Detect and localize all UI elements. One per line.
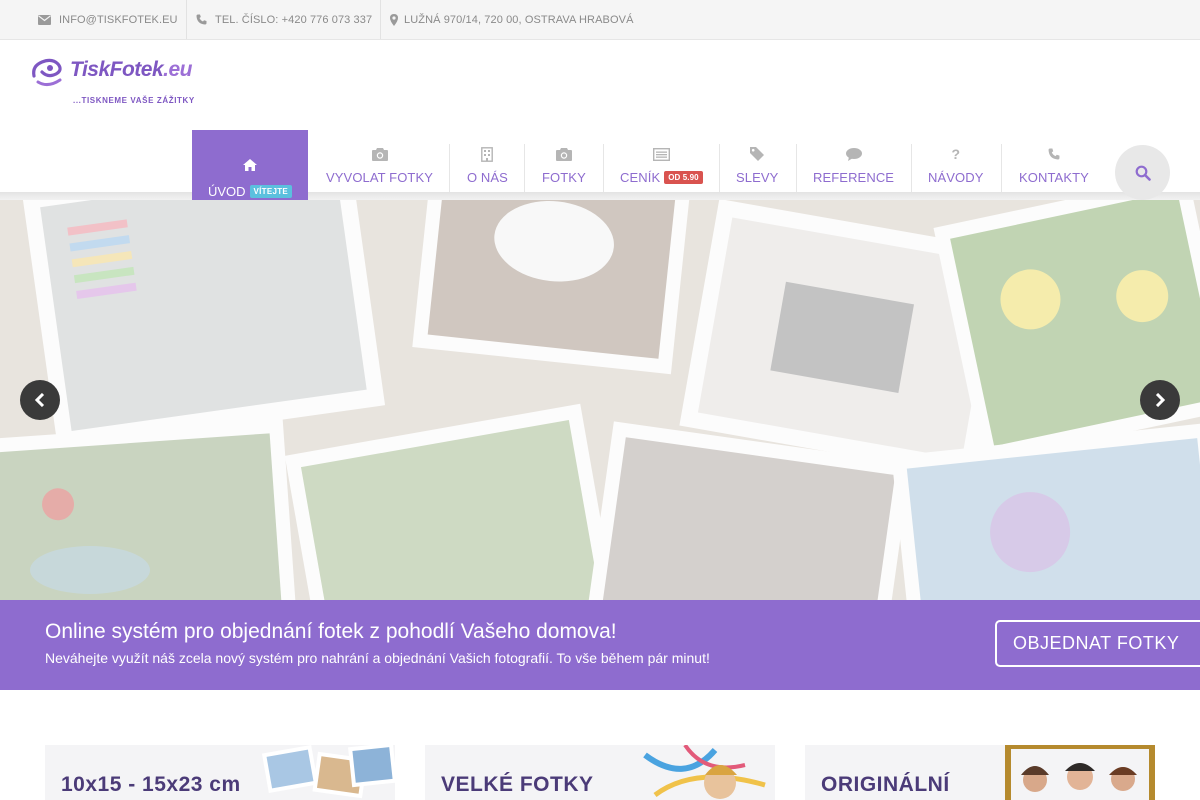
topbar-divider (186, 0, 187, 39)
search-button[interactable] (1115, 145, 1170, 200)
nav-cenik-text: CENÍK (620, 170, 661, 185)
logo-tld: .eu (163, 58, 192, 81)
nav-item-fotky[interactable]: FOTKY (542, 146, 586, 198)
phone-icon (196, 14, 207, 25)
card-title: ORIGINÁLNÍ (821, 773, 950, 796)
nav-item-label: REFERENCE (813, 170, 895, 185)
nav-item-kontakty[interactable]: KONTAKTY (1019, 146, 1089, 198)
logo-tagline: ...TISKNEME VAŠE ZÁŽITKY (73, 96, 195, 105)
nav-item-slevy[interactable]: SLEVY (736, 146, 778, 198)
logo-name-text: TiskFotek (70, 58, 164, 81)
email-text: INFO@TISKFOTEK.EU (59, 13, 178, 26)
map-marker-icon (390, 13, 398, 26)
logo-mark-icon (32, 58, 62, 87)
camera-icon (555, 146, 572, 162)
card-title: VELKÉ FOTKY (441, 773, 594, 796)
promo-subtitle: Neváhejte využít náš zcela nový systém p… (45, 650, 710, 666)
address-contact: LUŽNÁ 970/14, 720 00, OSTRAVA HRABOVÁ (390, 0, 634, 39)
nav-divider (524, 144, 525, 192)
top-contact-bar: INFO@TISKFOTEK.EU TEL. ČÍSLO: +420 776 0… (0, 0, 1200, 40)
phone-icon (1048, 146, 1060, 162)
hero-slider (0, 200, 1200, 600)
hero-overlay (0, 200, 1200, 600)
nav-item-label: FOTKY (542, 170, 586, 185)
nav-item-cenik[interactable]: CENÍK OD 5.90 (620, 146, 703, 198)
promo-title: Online systém pro objednání fotek z poho… (45, 620, 617, 643)
nav-item-reference[interactable]: REFERENCE (813, 146, 894, 198)
question-icon: ? (951, 146, 961, 162)
nav-item-o-nas[interactable]: O NÁS (467, 146, 508, 198)
slider-next-button[interactable] (1140, 380, 1180, 420)
nav-divider (1001, 144, 1002, 192)
nav-divider (449, 144, 450, 192)
welcome-badge: VÍTEJTE (249, 185, 293, 198)
slider-prev-button[interactable] (20, 380, 60, 420)
nav-item-label: CENÍK OD 5.90 (620, 170, 703, 185)
product-card-small-prints[interactable]: 10x15 - 15x23 cm (45, 745, 395, 800)
card-image (1005, 745, 1155, 800)
topbar-divider (380, 0, 381, 39)
phone-text: TEL. ČÍSLO: +420 776 073 337 (215, 13, 373, 26)
logo-name: TiskFotek.eu (70, 58, 192, 82)
home-icon (243, 158, 257, 174)
main-navigation: ÚVOD VÍTEJTE VYVOLAT FOTKY O NÁS FOTKY CE… (0, 130, 1200, 218)
nav-divider (911, 144, 912, 192)
price-badge: OD 5.90 (664, 171, 703, 184)
nav-divider (603, 144, 604, 192)
nav-item-navody[interactable]: ? NÁVODY (928, 146, 984, 198)
chevron-right-icon (1155, 393, 1165, 407)
tag-icon (750, 146, 765, 162)
search-icon (1135, 165, 1151, 181)
nav-item-label: SLEVY (736, 170, 779, 185)
envelope-icon (38, 14, 51, 25)
nav-item-label: VYVOLAT FOTKY (326, 170, 434, 185)
phone-contact[interactable]: TEL. ČÍSLO: +420 776 073 337 (196, 0, 372, 39)
email-contact[interactable]: INFO@TISKFOTEK.EU (38, 0, 178, 39)
comment-icon (845, 146, 862, 162)
nav-item-vyvolat-fotky[interactable]: VYVOLAT FOTKY (326, 146, 433, 198)
nav-home-text: ÚVOD (207, 184, 246, 199)
promo-band: Online systém pro objednání fotek z poho… (0, 600, 1200, 690)
order-photos-button[interactable]: OBJEDNAT FOTKY (995, 620, 1200, 667)
nav-item-label: KONTAKTY (1019, 170, 1089, 185)
building-icon (481, 146, 494, 162)
address-text: LUŽNÁ 970/14, 720 00, OSTRAVA HRABOVÁ (404, 13, 634, 26)
nav-item-label: ÚVOD VÍTEJTE (207, 184, 293, 199)
nav-divider (796, 144, 797, 192)
product-card-original[interactable]: ORIGINÁLNÍ (805, 745, 1155, 800)
card-image (625, 745, 775, 800)
nav-item-label: O NÁS (467, 170, 508, 185)
list-icon (652, 146, 670, 162)
chevron-left-icon (35, 393, 45, 407)
card-image (261, 745, 395, 799)
site-logo[interactable]: TiskFotek.eu ...TISKNEME VAŠE ZÁŽITKY (30, 56, 220, 110)
card-title: 10x15 - 15x23 cm (61, 773, 241, 796)
nav-divider (719, 144, 720, 192)
nav-item-label: NÁVODY (928, 170, 984, 185)
camera-icon (371, 146, 388, 162)
product-card-large-prints[interactable]: VELKÉ FOTKY (425, 745, 775, 800)
